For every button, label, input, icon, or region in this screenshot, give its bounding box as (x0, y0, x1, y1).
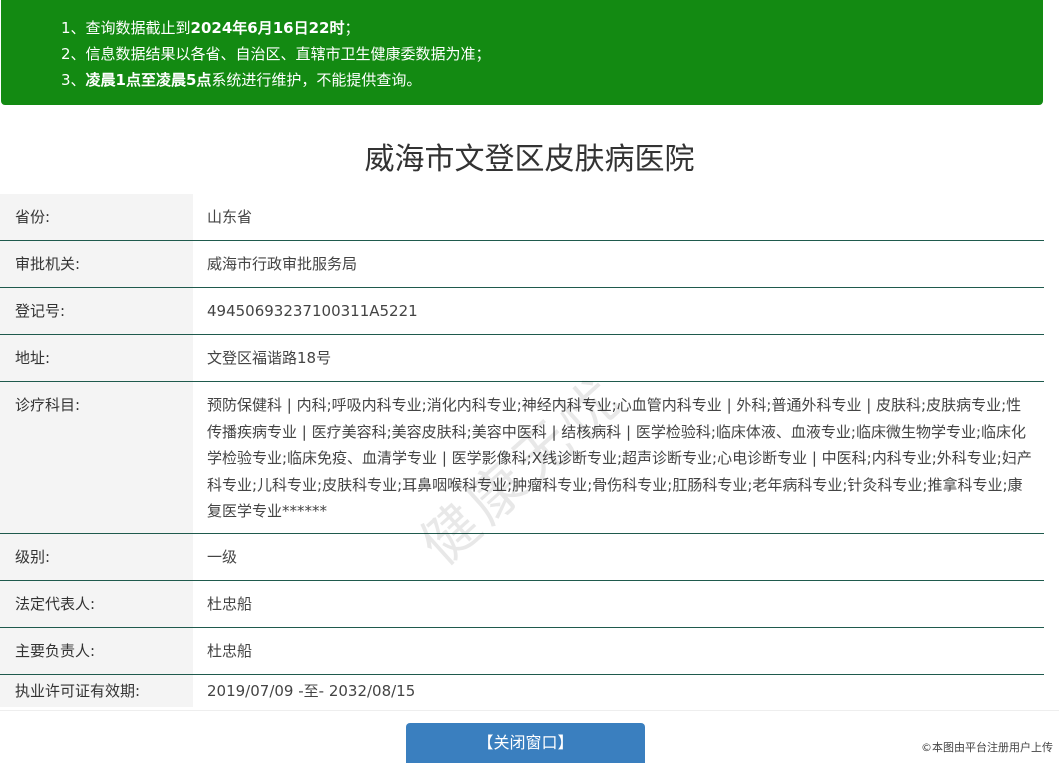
row-value: 预防保健科 | 内科;呼吸内科专业;消化内科专业;神经内科专业;心血管内科专业 … (207, 396, 1032, 520)
bottom-divider (0, 710, 1059, 711)
row-value: 49450693237100311A5221 (207, 302, 418, 320)
row-label: 级别: (0, 533, 193, 580)
row-legal-representative: 法定代表人: 杜忠船 (0, 580, 1044, 628)
row-label: 审批机关: (0, 241, 193, 287)
row-authority: 审批机关: 威海市行政审批服务局 (0, 241, 1044, 288)
row-license-validity: 执业许可证有效期: 2019/07/09 -至- 2032/08/15 (0, 674, 1044, 707)
row-label: 诊疗科目: (0, 382, 193, 533)
close-window-button[interactable]: 【关闭窗口】 (406, 723, 645, 763)
row-value: 杜忠船 (207, 641, 253, 660)
row-departments: 诊疗科目: 预防保健科 | 内科;呼吸内科专业;消化内科专业;神经内科专业;心血… (0, 382, 1044, 534)
hospital-info-table: 省份: 山东省 审批机关: 威海市行政审批服务局 登记号: 4945069323… (0, 194, 1044, 707)
row-label: 登记号: (0, 288, 193, 334)
notice-line-1: 1、查询数据截止到2024年6月16日22时； (61, 19, 360, 37)
notice-line-3: 3、凌晨1点至凌晨5点系统进行维护，不能提供查询。 (61, 71, 422, 89)
row-value: 2019/07/09 -至- 2032/08/15 (207, 681, 416, 700)
row-label: 主要负责人: (0, 627, 193, 674)
row-label: 省份: (0, 194, 193, 240)
row-value: 一级 (207, 547, 238, 566)
notice-line-2: 2、信息数据结果以各省、自治区、直辖市卫生健康委数据为准； (61, 45, 491, 63)
page-title: 威海市文登区皮肤病医院 (364, 142, 695, 177)
row-address: 地址: 文登区福谐路18号 (0, 335, 1044, 382)
row-level: 级别: 一级 (0, 533, 1044, 581)
row-label: 法定代表人: (0, 580, 193, 627)
row-value: 文登区福谐路18号 (207, 349, 332, 367)
row-value: 山东省 (207, 208, 253, 226)
row-registration-number: 登记号: 49450693237100311A5221 (0, 288, 1044, 335)
row-province: 省份: 山东省 (0, 194, 1044, 241)
row-label: 执业许可证有效期: (0, 674, 193, 707)
row-value: 威海市行政审批服务局 (207, 255, 358, 273)
notice-banner: 1、查询数据截止到2024年6月16日22时； 2、信息数据结果以各省、自治区、… (1, 0, 1043, 105)
row-label: 地址: (0, 335, 193, 381)
upload-credit: ©本图由平台注册用户上传 (921, 741, 1053, 754)
row-principal: 主要负责人: 杜忠船 (0, 627, 1044, 675)
row-value: 杜忠船 (207, 594, 253, 613)
